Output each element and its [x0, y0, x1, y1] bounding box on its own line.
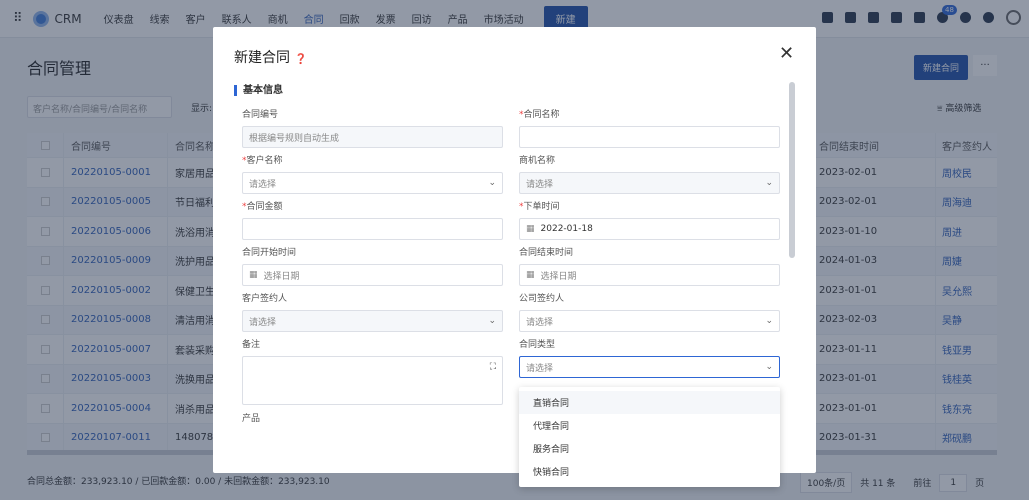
- contract-name-label-text: 合同名称: [523, 110, 560, 120]
- customer-signer-label: 客户签约人: [242, 291, 287, 304]
- expand-icon[interactable]: ⛶: [490, 362, 496, 372]
- calendar-icon: ▦: [526, 270, 535, 280]
- opportunity-label: 商机名称: [519, 153, 555, 166]
- company-signer-select[interactable]: 请选择 ⌄: [519, 310, 780, 332]
- remark-textarea[interactable]: ⛶: [242, 356, 503, 405]
- option-fmcg[interactable]: 快销合同: [519, 460, 780, 483]
- customer-value: 请选择: [249, 179, 277, 190]
- contract-name-input[interactable]: [519, 126, 780, 148]
- order-date-label-text: 下单时间: [523, 202, 560, 212]
- opportunity-label-text: 商机名称: [519, 156, 556, 166]
- customer-signer-select[interactable]: 请选择 ⌄: [242, 310, 503, 332]
- opportunity-value: 请选择: [526, 179, 554, 190]
- amount-input[interactable]: [242, 218, 503, 240]
- remark-label-text: 备注: [242, 340, 261, 350]
- section-basic-info: 基本信息: [234, 85, 283, 96]
- amount-label: *合同金额: [242, 202, 283, 212]
- modal-scrollbar[interactable]: [789, 82, 795, 258]
- end-date-label-text: 合同结束时间: [519, 248, 574, 258]
- order-date-label: *下单时间: [519, 202, 560, 212]
- modal-title: 新建合同 ❓: [234, 47, 307, 67]
- start-date-value: 选择日期: [263, 271, 300, 282]
- contract-type-select[interactable]: 请选择 ⌄: [519, 356, 780, 378]
- chevron-down-icon: ⌄: [765, 178, 773, 188]
- calendar-icon: ▦: [526, 224, 535, 234]
- contract-no-label-text: 合同编号: [242, 110, 279, 120]
- contract-type-dropdown: 直销合同 代理合同 服务合同 快销合同: [519, 387, 780, 487]
- customer-label-text: 客户名称: [246, 156, 283, 166]
- customer-label: *客户名称: [242, 156, 283, 166]
- contract-name-label: *合同名称: [519, 110, 560, 120]
- order-date-value: 2022-01-18: [540, 224, 593, 234]
- chevron-down-icon: ⌄: [765, 362, 773, 372]
- start-date-input[interactable]: ▦ 选择日期: [242, 264, 503, 286]
- contract-type-label-text: 合同类型: [519, 340, 556, 350]
- option-agency[interactable]: 代理合同: [519, 414, 780, 437]
- chevron-down-icon: ⌄: [488, 178, 496, 188]
- opportunity-select[interactable]: 请选择 ⌄: [519, 172, 780, 194]
- contract-no-input[interactable]: 根据编号规则自动生成: [242, 126, 503, 148]
- product-label: 产品: [242, 411, 260, 424]
- customer-select[interactable]: 请选择 ⌄: [242, 172, 503, 194]
- amount-label-text: 合同金额: [246, 202, 283, 212]
- start-date-label-text: 合同开始时间: [242, 248, 297, 258]
- close-icon[interactable]: ✕: [779, 43, 794, 64]
- modal-title-text: 新建合同: [234, 50, 290, 66]
- end-date-label: 合同结束时间: [519, 245, 573, 258]
- option-service[interactable]: 服务合同: [519, 437, 780, 460]
- chevron-down-icon: ⌄: [765, 316, 773, 326]
- contract-no-value: 根据编号规则自动生成: [249, 133, 340, 144]
- end-date-value: 选择日期: [540, 271, 577, 282]
- help-icon[interactable]: ❓: [294, 54, 306, 65]
- contract-type-label: 合同类型: [519, 337, 555, 350]
- remark-label: 备注: [242, 337, 260, 350]
- calendar-icon: ▦: [249, 270, 258, 280]
- start-date-label: 合同开始时间: [242, 245, 296, 258]
- customer-signer-value: 请选择: [249, 317, 277, 328]
- end-date-input[interactable]: ▦ 选择日期: [519, 264, 780, 286]
- company-signer-value: 请选择: [526, 317, 554, 328]
- option-direct-sales[interactable]: 直销合同: [519, 391, 780, 414]
- product-label-text: 产品: [242, 414, 261, 424]
- company-signer-label-text: 公司签约人: [519, 294, 565, 304]
- customer-signer-label-text: 客户签约人: [242, 294, 288, 304]
- company-signer-label: 公司签约人: [519, 291, 564, 304]
- chevron-down-icon: ⌄: [488, 316, 496, 326]
- contract-no-label: 合同编号: [242, 107, 278, 120]
- contract-type-value: 请选择: [526, 363, 554, 374]
- order-date-input[interactable]: ▦ 2022-01-18: [519, 218, 780, 240]
